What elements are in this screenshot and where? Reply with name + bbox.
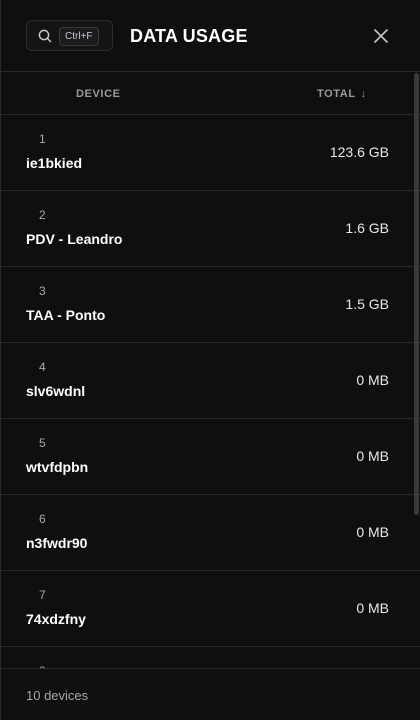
device-total: 0 MB [356, 524, 389, 540]
search-shortcut-hint: Ctrl+F [59, 27, 99, 46]
column-header-device[interactable]: DEVICE [76, 88, 121, 100]
device-name: n3fwdr90 [26, 535, 88, 551]
table-row[interactable]: 2 PDV - Leandro 1.6 GB [1, 191, 420, 267]
row-index: 5 [39, 436, 46, 450]
device-list: 1 ie1bkied 123.6 GB 2 PDV - Leandro 1.6 … [1, 115, 420, 668]
device-name: slv6wdnl [26, 383, 86, 399]
row-index: 3 [39, 284, 46, 298]
page-title: DATA USAGE [130, 26, 248, 46]
row-index: 6 [39, 512, 46, 526]
search-icon [38, 29, 52, 43]
table-row[interactable]: 8 [1, 647, 420, 668]
panel-footer: 10 devices [1, 668, 420, 720]
device-total: 0 MB [356, 448, 389, 464]
scrollbar-thumb[interactable] [414, 73, 419, 515]
table-row[interactable]: 1 ie1bkied 123.6 GB [1, 115, 420, 191]
device-total: 0 MB [356, 372, 389, 388]
device-total: 123.6 GB [329, 144, 389, 160]
table-row[interactable]: 3 TAA - Ponto 1.5 GB [1, 267, 420, 343]
table-row[interactable]: 7 74xdzfny 0 MB [1, 571, 420, 647]
device-count: 10 devices [26, 688, 89, 703]
device-name: wtvfdpbn [26, 459, 89, 475]
device-total: 1.5 GB [345, 296, 389, 312]
table-row[interactable]: 6 n3fwdr90 0 MB [1, 495, 420, 571]
close-icon[interactable] [372, 27, 390, 45]
device-name: PDV - Leandro [26, 231, 123, 247]
row-index: 1 [39, 132, 46, 146]
device-name: ie1bkied [26, 155, 83, 171]
row-index: 2 [39, 208, 46, 222]
device-total: 1.6 GB [345, 220, 389, 236]
device-name: 74xdzfny [26, 611, 86, 627]
row-index: 7 [39, 588, 46, 602]
table-header: DEVICE TOTAL ↓ [1, 73, 420, 115]
table-row[interactable]: 4 slv6wdnl 0 MB [1, 343, 420, 419]
data-usage-panel: Ctrl+F DATA USAGE DEVICE TOTAL ↓ 1 ie1bki… [0, 0, 420, 720]
device-name: TAA - Ponto [26, 307, 106, 323]
row-index: 4 [39, 360, 46, 374]
panel-header: Ctrl+F DATA USAGE [1, 0, 420, 72]
search-button[interactable]: Ctrl+F [26, 20, 113, 51]
column-header-total[interactable]: TOTAL ↓ [317, 88, 367, 100]
column-header-total-label: TOTAL [317, 88, 356, 100]
table-row[interactable]: 5 wtvfdpbn 0 MB [1, 419, 420, 495]
device-total: 0 MB [356, 600, 389, 616]
sort-descending-icon: ↓ [360, 88, 367, 100]
